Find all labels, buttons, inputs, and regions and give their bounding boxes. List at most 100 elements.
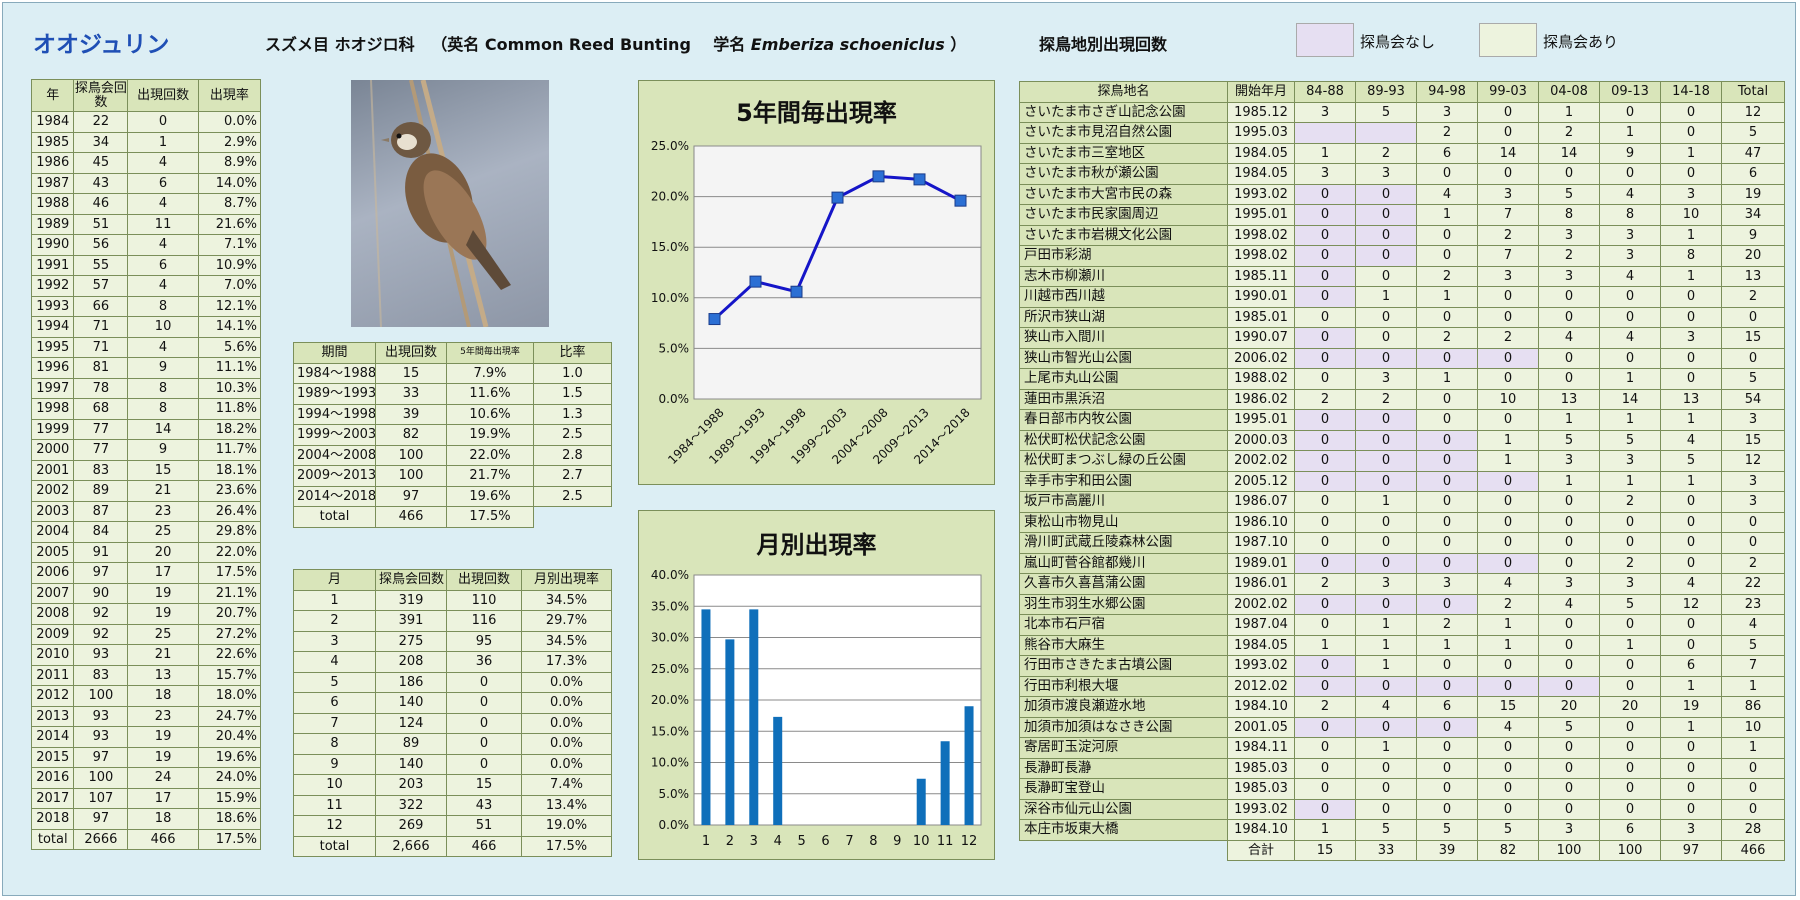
site-count: 6 [1660, 655, 1722, 677]
site-count: 0 [1599, 101, 1661, 123]
yearly-cell-year: 2005 [30, 541, 75, 563]
period-total-count: 466 [375, 506, 447, 528]
yearly-cell-meetings: 100 [73, 767, 129, 789]
site-count: 20 [1721, 245, 1785, 267]
site-total-value: 82 [1477, 839, 1539, 861]
yearly-cell-count: 4 [127, 193, 199, 215]
monthly-cell-month: 1 [293, 589, 376, 611]
yearly-cell-year: 1991 [30, 254, 75, 276]
bar-y-tick: 10.0% [651, 756, 689, 770]
site-count: 2 [1721, 552, 1785, 574]
site-total-value: 33 [1355, 839, 1417, 861]
legend-swatch-none [1296, 23, 1354, 57]
monthly-row: 8 89 0 0.0% [293, 733, 612, 755]
site-count: 1 [1660, 265, 1722, 287]
site-count: 0 [1538, 737, 1600, 759]
monthly-cell-meetings: 269 [375, 815, 447, 837]
bird-photo [351, 79, 549, 328]
yearly-row: 1996 81 9 11.1% [30, 357, 262, 379]
yearly-cell-meetings: 51 [73, 213, 129, 235]
yearly-cell-year: 1984 [30, 111, 75, 133]
site-name: 狭山市智光山公園 [1019, 347, 1228, 369]
site-count: 1 [1355, 614, 1417, 636]
yearly-cell-year: 2011 [30, 664, 75, 686]
site-count: 0 [1477, 552, 1539, 574]
yearly-cell-meetings: 97 [73, 808, 129, 830]
site-row: 春日部市内牧公園 1995.01 0 0 0 0 1 1 1 3 [1019, 409, 1785, 431]
site-count: 0 [1416, 532, 1478, 554]
yearly-cell-meetings: 71 [73, 316, 129, 338]
site-count: 0 [1416, 347, 1478, 369]
yearly-cell-rate: 8.9% [197, 152, 262, 174]
yearly-row: 2018 97 18 18.6% [30, 808, 262, 830]
yearly-cell-meetings: 2666 [73, 828, 129, 850]
site-count: 0 [1294, 675, 1356, 697]
site-count: 1 [1599, 634, 1661, 656]
site-row: さいたま市見沼自然公園 1995.03 2 0 2 1 0 5 [1019, 122, 1785, 144]
yearly-row: total 2666 466 17.5% [30, 828, 262, 850]
site-count: 0 [1538, 163, 1600, 185]
site-count: 2 [1477, 224, 1539, 246]
site-row: 所沢市狭山湖 1985.01 0 0 0 0 0 0 0 0 [1019, 306, 1785, 328]
site-count: 1 [1538, 101, 1600, 123]
site-count: 0 [1416, 450, 1478, 472]
site-count: 0 [1660, 778, 1722, 800]
site-count: 4 [1599, 327, 1661, 349]
site-start-date: 1984.11 [1227, 737, 1295, 759]
yearly-cell-count: 8 [127, 295, 199, 317]
yearly-header-year: 年 [30, 79, 75, 112]
site-count: 0 [1416, 429, 1478, 451]
bar-mark [701, 609, 711, 825]
period-header-ratio: 比率 [533, 342, 612, 364]
monthly-cell-month: 4 [293, 651, 376, 673]
site-count: 0 [1355, 511, 1417, 533]
monthly-cell-meetings: 391 [375, 610, 447, 632]
site-count: 3 [1538, 265, 1600, 287]
line-point [872, 170, 885, 183]
yearly-cell-year: 2008 [30, 603, 75, 625]
bar-mark [940, 741, 950, 825]
site-name: 志木市柳瀬川 [1019, 265, 1228, 287]
monthly-rate-chart: 月別出現率 0.0% 5.0% 10.0% 15.0% 20.0% 25.0% 30.0% 3… [638, 510, 995, 860]
period-row: 1994～1998 39 10.6% 1.3 [293, 403, 612, 425]
monthly-row: 9 140 0 0.0% [293, 753, 612, 775]
site-name: 川越市西川越 [1019, 286, 1228, 308]
site-count: 3 [1294, 163, 1356, 185]
site-count: 3 [1355, 163, 1417, 185]
site-count: 3 [1477, 183, 1539, 205]
period-cell-ratio: 1.3 [533, 403, 612, 425]
monthly-cell-month: 6 [293, 692, 376, 714]
site-count: 5 [1355, 101, 1417, 123]
site-count: 2 [1416, 327, 1478, 349]
site-count: 0 [1660, 306, 1722, 328]
monthly-cell-count: 0 [446, 671, 522, 693]
site-start-date: 2006.02 [1227, 347, 1295, 369]
site-count: 0 [1660, 737, 1722, 759]
site-total-value: 15 [1294, 839, 1356, 861]
site-count: 20 [1599, 696, 1661, 718]
site-count: 2 [1416, 122, 1478, 144]
site-count: 2 [1599, 491, 1661, 513]
yearly-cell-year: 2016 [30, 767, 75, 789]
site-name: さいたま市三室地区 [1019, 142, 1228, 164]
site-row: さいたま市大宮市民の森 1993.02 0 0 4 3 5 4 3 19 [1019, 183, 1785, 205]
site-count: 0 [1294, 224, 1356, 246]
yearly-cell-year: 2000 [30, 439, 75, 461]
site-count: 0 [1355, 327, 1417, 349]
yearly-cell-year: 2017 [30, 787, 75, 809]
site-row: 行田市利根大堰 2012.02 0 0 0 0 0 0 1 1 [1019, 675, 1785, 697]
monthly-cell-meetings: 140 [375, 692, 447, 714]
site-count: 1 [1599, 409, 1661, 431]
site-count: 4 [1416, 183, 1478, 205]
yearly-cell-count: 8 [127, 377, 199, 399]
yearly-cell-count: 4 [127, 275, 199, 297]
site-count: 1 [1660, 716, 1722, 738]
site-name: 熊谷市大麻生 [1019, 634, 1228, 656]
site-count: 0 [1599, 286, 1661, 308]
yearly-cell-rate: 2.9% [197, 131, 262, 153]
bar-y-tick: 40.0% [651, 568, 689, 582]
site-name: 行田市さきたま古墳公園 [1019, 655, 1228, 677]
period-total-rate: 17.5% [446, 506, 534, 528]
site-count: 9 [1599, 142, 1661, 164]
yearly-cell-rate: 21.6% [197, 213, 262, 235]
